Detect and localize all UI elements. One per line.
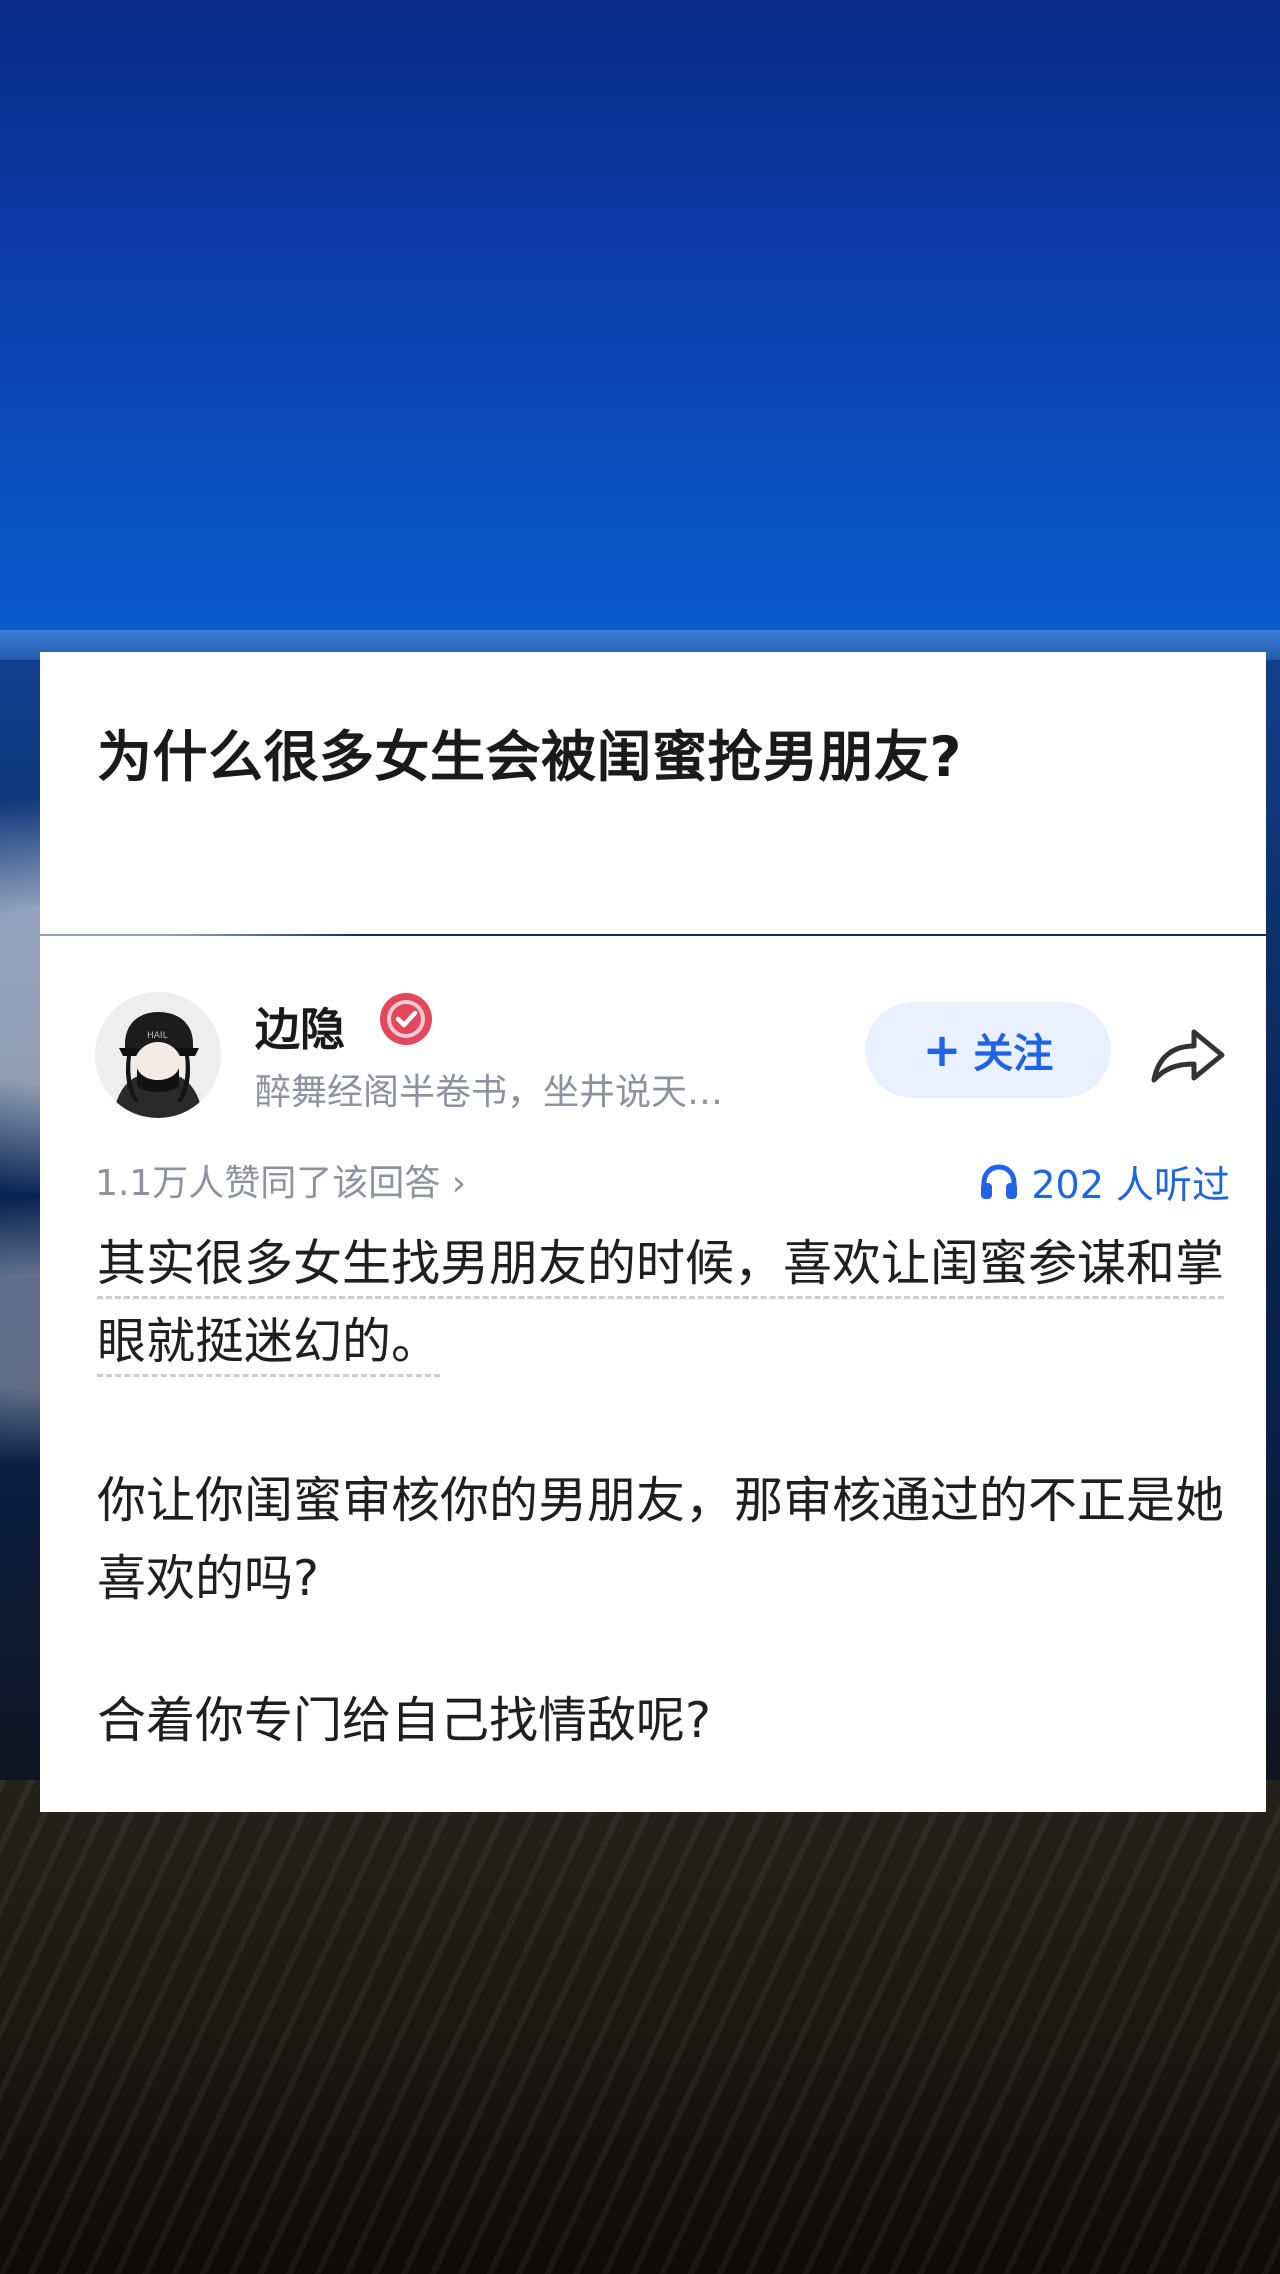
listen-count[interactable]: 202 人听过 xyxy=(979,1154,1230,1209)
answer-paragraph-1-text[interactable]: 其实很多女生找男朋友的时候，喜欢让闺蜜参谋和掌眼就挺迷幻的。 xyxy=(97,1235,1225,1377)
answer-paragraph-3: 合着你专门给自己找情敌呢? xyxy=(97,1692,712,1749)
background-rock xyxy=(0,1780,1280,2274)
question-card[interactable]: 为什么很多女生会被闺蜜抢男朋友? xyxy=(40,652,1266,934)
author-avatar[interactable]: HAIL xyxy=(95,992,221,1118)
verified-badge-icon xyxy=(380,993,432,1045)
follow-button[interactable]: + 关注 xyxy=(865,1002,1111,1098)
share-arrow-icon[interactable] xyxy=(1148,1024,1228,1086)
author-bio: 醉舞经阁半卷书，坐井说天… xyxy=(255,1072,724,1113)
svg-text:HAIL: HAIL xyxy=(147,1031,168,1041)
avatar-illustration: HAIL xyxy=(95,992,221,1118)
headphones-icon xyxy=(981,1163,1018,1199)
author-name[interactable]: 边隐 xyxy=(255,993,345,1058)
listen-count-label: 202 人听过 xyxy=(1031,1163,1230,1207)
follow-label: 关注 xyxy=(973,1031,1054,1077)
answer-paragraph-2: 你让你闺蜜审核你的男朋友，那审核通过的不正是她喜欢的吗? xyxy=(97,1472,1225,1607)
question-title[interactable]: 为什么很多女生会被闺蜜抢男朋友? xyxy=(97,712,962,792)
answer-card: HAIL 边隐 醉舞经阁半卷书，坐井说天… + 关注 1.1万人赞同了该回答 ›… xyxy=(40,936,1266,1812)
answer-paragraph-1: 其实很多女生找男朋友的时候，喜欢让闺蜜参谋和掌眼就挺迷幻的。 xyxy=(97,1225,1227,1381)
background-sky xyxy=(0,0,1280,660)
approve-count-link[interactable]: 1.1万人赞同了该回答 › xyxy=(95,1154,466,1206)
plus-icon: + xyxy=(922,1023,962,1077)
